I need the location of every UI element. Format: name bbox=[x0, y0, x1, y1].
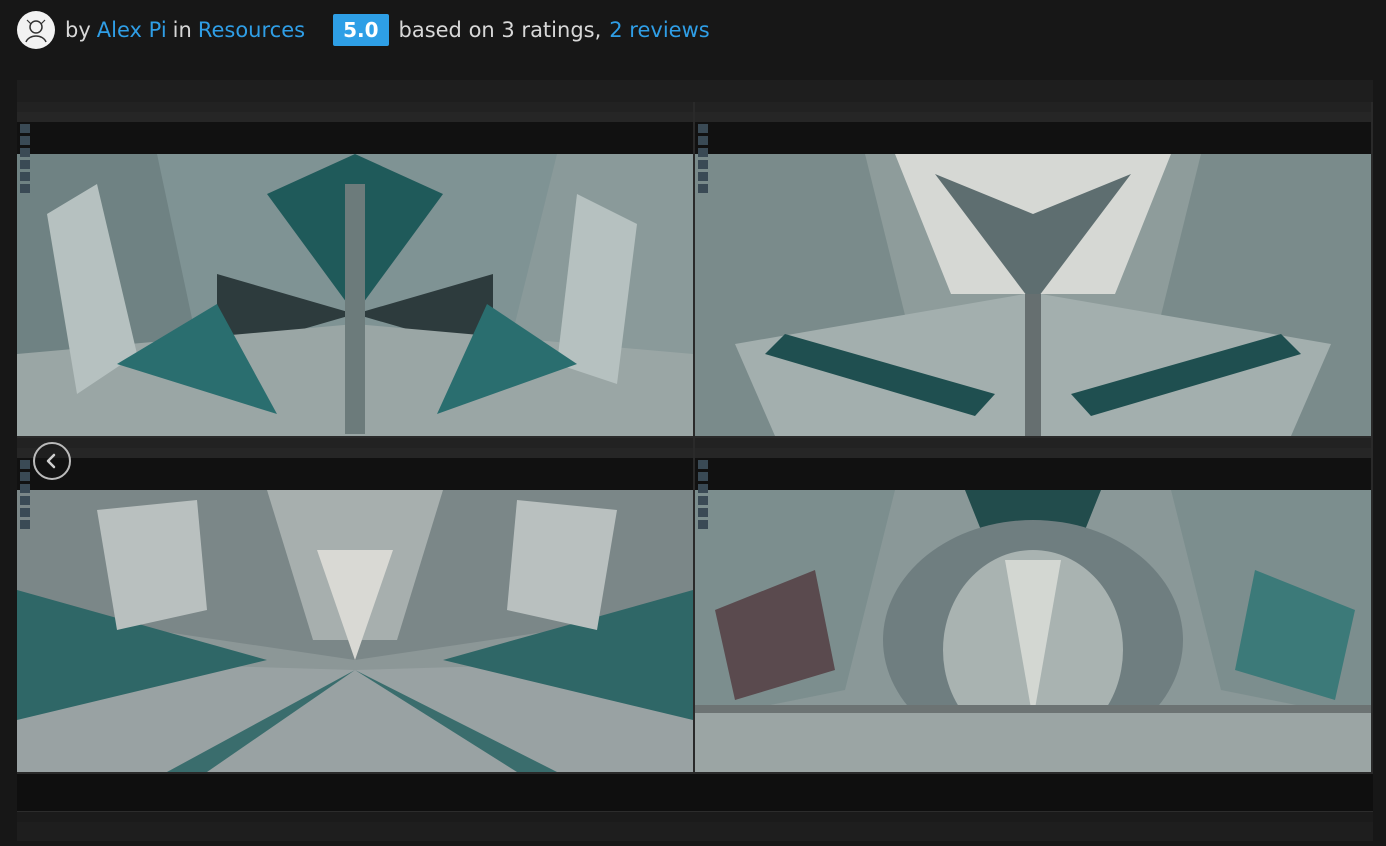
in-label: in bbox=[172, 18, 192, 42]
gallery-prev-button[interactable] bbox=[33, 442, 71, 480]
ratings-count-text: based on 3 ratings, bbox=[398, 18, 602, 42]
resource-header: by Alex Pi in Resources 5.0 based on 3 r… bbox=[17, 10, 710, 50]
editor-status-bar bbox=[17, 811, 1373, 822]
viewport-panel-1 bbox=[17, 102, 693, 436]
render-scene-3 bbox=[17, 490, 693, 772]
by-label: by bbox=[65, 18, 91, 42]
tool-column bbox=[20, 460, 30, 560]
viewport-header-band bbox=[695, 458, 1371, 490]
viewport-header-band bbox=[17, 122, 693, 154]
category-link[interactable]: Resources bbox=[198, 18, 305, 42]
editor-status-area bbox=[17, 774, 1373, 822]
gallery-screenshot bbox=[17, 102, 1373, 822]
viewport-panel-3 bbox=[17, 438, 693, 772]
rating-badge: 5.0 bbox=[333, 14, 389, 46]
author-avatar[interactable] bbox=[17, 11, 55, 49]
avatar-figure-icon bbox=[25, 19, 47, 43]
viewport-header-band bbox=[17, 458, 693, 490]
viewport-panel-2 bbox=[695, 102, 1371, 436]
tool-column bbox=[20, 124, 30, 224]
author-link[interactable]: Alex Pi bbox=[97, 18, 167, 42]
viewport-toolbar bbox=[17, 448, 693, 458]
viewport-toolbar bbox=[695, 112, 1371, 122]
render-scene-2 bbox=[695, 154, 1371, 436]
render-scene-1 bbox=[17, 154, 693, 436]
viewport-header-band bbox=[695, 122, 1371, 154]
viewport-toolbar bbox=[17, 112, 693, 122]
viewport-toolbar bbox=[695, 448, 1371, 458]
viewport-panel-4 bbox=[695, 438, 1371, 772]
image-gallery bbox=[17, 80, 1373, 841]
tool-column bbox=[698, 460, 708, 560]
reviews-link[interactable]: 2 reviews bbox=[609, 18, 709, 42]
tool-column bbox=[698, 124, 708, 224]
chevron-left-icon bbox=[46, 453, 56, 469]
render-scene-4 bbox=[695, 490, 1371, 772]
